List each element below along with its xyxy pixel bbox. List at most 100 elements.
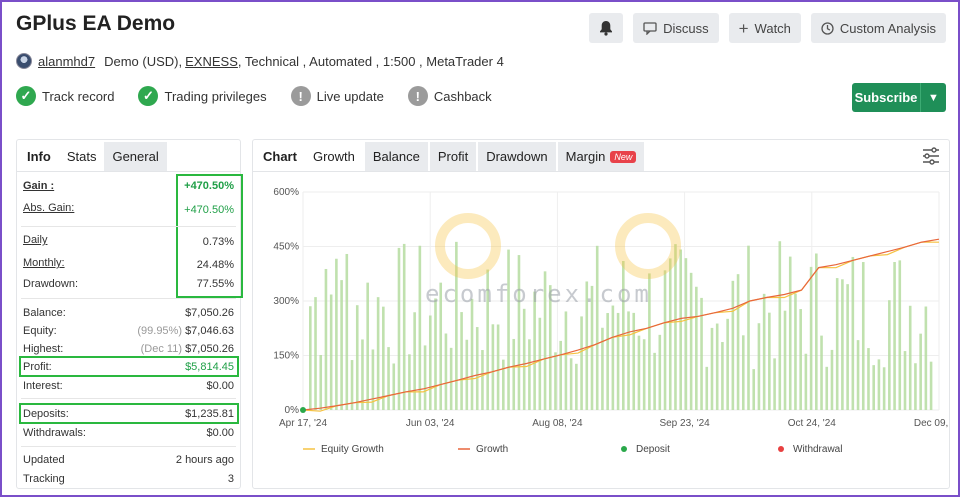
withdrawals-label: Withdrawals: (23, 427, 86, 439)
chart-panel: Chart Growth Balance Profit Drawdown Mar… (252, 139, 950, 489)
tab-chart[interactable]: Chart (255, 142, 305, 171)
volume-bar (402, 243, 406, 410)
volume-bar (606, 313, 609, 410)
volume-bar (877, 359, 881, 410)
stat-equity: Equity: (99.95%) $7,046.63 (23, 325, 234, 337)
chart-tabs: Chart Growth Balance Profit Drawdown Mar… (253, 140, 949, 172)
volume-bar (376, 297, 380, 410)
chevron-down-icon[interactable]: ▼ (920, 83, 946, 112)
monthly-label[interactable]: Monthly: (23, 257, 65, 271)
volume-bar (496, 324, 500, 410)
volume-bar (335, 258, 338, 410)
volume-bar (736, 274, 740, 410)
check-icon: ✓ (16, 86, 36, 106)
gain-label[interactable]: Gain : (23, 180, 54, 192)
volume-bar (820, 335, 823, 410)
tab-margin[interactable]: Margin New (557, 142, 645, 171)
volume-bar (846, 284, 849, 410)
x-tick-label: Dec 09, '24 (914, 418, 949, 429)
volume-bar (668, 258, 672, 410)
verification-badges: ✓ Track record ✓ Trading privileges ! Li… (16, 86, 492, 106)
volume-bar (689, 272, 693, 410)
tab-drawdown[interactable]: Drawdown (478, 142, 556, 171)
volume-bar (637, 335, 641, 410)
tab-balance[interactable]: Balance (364, 142, 428, 171)
badge-live-update[interactable]: ! Live update (290, 86, 384, 106)
volume-bar (893, 262, 896, 410)
tab-info[interactable]: Info (19, 142, 59, 171)
volume-bar (804, 353, 808, 410)
avatar[interactable] (16, 53, 32, 69)
legend-label: Deposit (636, 444, 670, 455)
volume-bar (601, 327, 604, 410)
volume-bar (569, 358, 573, 410)
daily-label[interactable]: Daily (23, 234, 47, 248)
discuss-button[interactable]: Discuss (633, 13, 719, 43)
x-tick-label: Sep 23, '24 (659, 418, 710, 429)
x-tick-label: Jun 03, '24 (406, 418, 455, 429)
notifications-button[interactable] (589, 13, 624, 43)
volume-bar (502, 359, 505, 410)
volume-bar (762, 293, 766, 410)
withdrawals-value: $0.00 (206, 427, 234, 439)
tab-stats[interactable]: Stats (59, 142, 105, 171)
volume-bar (841, 279, 844, 410)
tab-growth[interactable]: Growth (305, 142, 363, 171)
volume-bar (799, 309, 802, 410)
stat-updated: Updated 2 hours ago (23, 454, 234, 466)
volume-bar (387, 347, 390, 410)
abs-gain-value: +470.50% (184, 204, 234, 216)
volume-bar (366, 282, 369, 410)
badge-label: Live update (316, 88, 384, 104)
volume-bar (324, 268, 328, 410)
legend-label: Equity Growth (321, 444, 384, 455)
volume-bar (778, 241, 782, 410)
badge-cashback[interactable]: ! Cashback (407, 86, 492, 106)
badge-label: Trading privileges (164, 88, 267, 104)
custom-analysis-button[interactable]: Custom Analysis (810, 13, 946, 43)
volume-bar (695, 286, 698, 410)
equity-value: $7,046.63 (185, 325, 234, 337)
volume-bar (830, 349, 834, 410)
volume-bar (773, 358, 776, 410)
broker-link[interactable]: EXNESS (185, 54, 238, 69)
volume-bar (700, 297, 703, 410)
volume-bar (914, 363, 917, 410)
watch-button[interactable]: + Watch (728, 13, 801, 43)
volume-bar (888, 300, 891, 410)
x-tick-label: Aug 08, '24 (532, 418, 583, 429)
deposits-value: $1,235.81 (185, 408, 234, 420)
username-link[interactable]: alanmhd7 (38, 54, 95, 69)
volume-bar (741, 335, 745, 410)
volume-bar (908, 305, 912, 410)
stat-gain: Gain : +470.50% (23, 180, 234, 192)
volume-bar (809, 266, 813, 410)
volume-bar (533, 291, 536, 410)
y-tick-label: 0% (285, 405, 300, 416)
volume-bar (460, 312, 463, 410)
tab-general[interactable]: General (104, 142, 167, 171)
stat-abs-gain: Abs. Gain: +470.50% (23, 202, 234, 216)
y-tick-label: 150% (273, 351, 299, 362)
volume-bar (898, 260, 902, 410)
volume-bar (309, 306, 312, 410)
abs-gain-label[interactable]: Abs. Gain: (23, 202, 74, 216)
volume-bar (658, 334, 662, 410)
volume-bar (747, 245, 750, 410)
check-icon: ✓ (138, 86, 159, 106)
badge-trading-privileges[interactable]: ✓ Trading privileges (138, 86, 267, 106)
volume-bar (903, 351, 907, 410)
new-badge: New (610, 150, 637, 163)
daily-value: 0.73% (202, 236, 234, 248)
volume-bar (627, 311, 630, 410)
subscribe-button[interactable]: Subscribe ▼ (852, 83, 946, 112)
badge-track-record[interactable]: ✓ Track record (16, 86, 114, 106)
custom-analysis-label: Custom Analysis (839, 20, 936, 36)
monthly-value: 24.48% (196, 259, 234, 271)
volume-bar (663, 270, 667, 410)
sliders-icon[interactable] (921, 146, 941, 166)
x-tick-label: Apr 17, '24 (279, 418, 327, 429)
tab-profit[interactable]: Profit (429, 142, 477, 171)
deposits-label: Deposits: (23, 408, 69, 420)
growth-chart[interactable]: 600% 450% 300% 150% 0% ecomforex.com Apr 17, '… (253, 174, 949, 488)
